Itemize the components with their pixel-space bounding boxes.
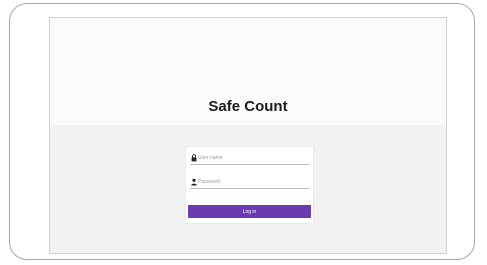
app-title: Safe Count xyxy=(208,98,288,115)
login-card: Log in xyxy=(185,146,314,224)
user-icon xyxy=(190,178,197,187)
app-screen: Safe Count Log in xyxy=(49,17,447,254)
login-button[interactable]: Log in xyxy=(188,205,311,218)
password-input[interactable] xyxy=(198,177,298,187)
username-input[interactable] xyxy=(198,153,298,163)
username-field xyxy=(190,152,309,165)
lock-icon xyxy=(190,154,197,163)
password-field xyxy=(190,176,309,189)
